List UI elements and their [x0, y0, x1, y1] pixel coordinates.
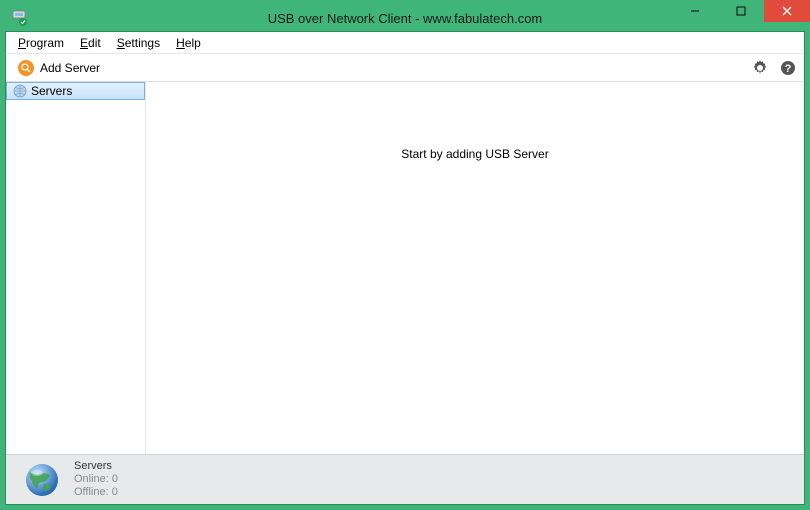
app-icon — [11, 10, 27, 26]
status-heading: Servers — [74, 460, 118, 473]
menubar: Program Edit Settings Help — [6, 32, 804, 54]
gear-icon[interactable] — [750, 58, 770, 78]
sidebar-item-servers[interactable]: Servers — [6, 82, 145, 100]
add-server-button[interactable]: Add Server — [12, 58, 106, 78]
client-area: Program Edit Settings Help Add Server — [5, 31, 805, 505]
titlebar[interactable]: USB over Network Client - www.fabulatech… — [5, 5, 805, 31]
minimize-button[interactable] — [672, 0, 718, 22]
globe-icon — [13, 84, 27, 98]
menu-edit[interactable]: Edit — [72, 34, 109, 52]
menu-label: ettings — [125, 36, 160, 50]
sidebar: Servers — [6, 82, 146, 454]
add-server-label: Add Server — [40, 61, 100, 75]
status-text: Servers Online: 0 Offline: 0 — [74, 460, 118, 500]
status-online: Online: 0 — [74, 473, 118, 486]
globe-large-icon — [24, 462, 60, 498]
search-plus-icon — [18, 60, 34, 76]
window-controls — [672, 0, 810, 22]
menu-label: dit — [88, 36, 101, 50]
maximize-button[interactable] — [718, 0, 764, 22]
menu-settings[interactable]: Settings — [109, 34, 168, 52]
sidebar-item-label: Servers — [31, 84, 72, 98]
toolbar: Add Server ? — [6, 54, 804, 82]
body: Servers Start by adding USB Server — [6, 82, 804, 454]
help-icon[interactable]: ? — [778, 58, 798, 78]
empty-state-message: Start by adding USB Server — [401, 147, 548, 161]
menu-label: elp — [185, 36, 201, 50]
main-pane: Start by adding USB Server — [146, 82, 804, 454]
menu-program[interactable]: Program — [10, 34, 72, 52]
statusbar: Servers Online: 0 Offline: 0 — [6, 454, 804, 504]
window-frame: USB over Network Client - www.fabulatech… — [0, 0, 810, 510]
close-button[interactable] — [764, 0, 810, 22]
menu-label: rogram — [26, 36, 64, 50]
status-offline: Offline: 0 — [74, 486, 118, 499]
menu-help[interactable]: Help — [168, 34, 209, 52]
svg-text:?: ? — [785, 63, 792, 75]
